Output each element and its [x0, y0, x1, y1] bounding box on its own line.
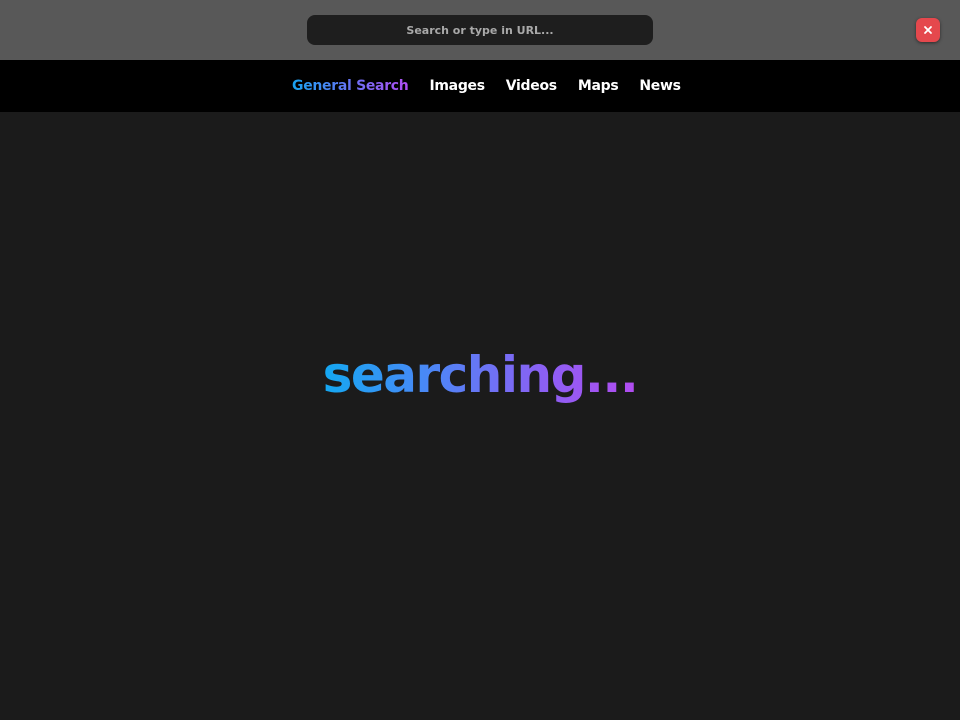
browser-toolbar	[0, 0, 960, 60]
tab-images[interactable]: Images	[429, 78, 485, 94]
search-category-nav: General Search Images Videos Maps News	[0, 60, 960, 112]
url-search-input[interactable]	[307, 15, 653, 45]
results-area: searching...	[0, 112, 960, 720]
close-icon	[924, 26, 932, 34]
loading-status: searching...	[0, 350, 960, 400]
tab-news[interactable]: News	[639, 78, 681, 94]
nav-tabs: General Search Images Videos Maps News	[292, 60, 681, 112]
tab-general-search[interactable]: General Search	[292, 78, 409, 94]
tab-videos[interactable]: Videos	[506, 78, 557, 94]
loading-status-text: searching...	[322, 346, 639, 404]
tab-maps[interactable]: Maps	[578, 78, 619, 94]
close-button[interactable]	[916, 18, 940, 42]
